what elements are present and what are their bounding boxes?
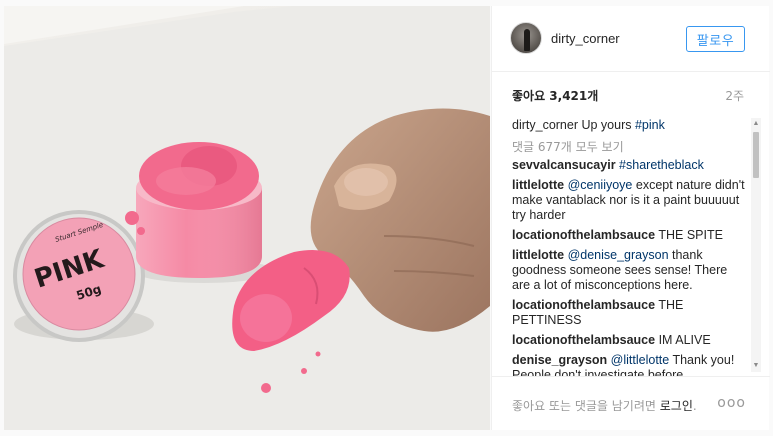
post-window: Stuart Semple PINK 50g dirty_corner 팔로우 … [0,0,773,436]
login-prompt-period: . [692,399,697,413]
post-side-panel: dirty_corner 팔로우 좋아요 3,421개 2주 dirty_cor… [491,6,770,430]
scroll-down-arrow-icon[interactable]: ▼ [751,361,761,371]
caption-username[interactable]: dirty_corner [512,118,578,132]
comment-username[interactable]: littlelotte [512,178,564,192]
comment-username[interactable]: locationofthelambsauce [512,333,655,347]
comment-username[interactable]: sevvalcansucayir [512,158,616,172]
comment-username[interactable]: littlelotte [512,248,564,262]
more-options-icon[interactable]: ooo [717,395,746,411]
post-age[interactable]: 2주 [725,87,744,104]
comment-item: littlelotte @ceniiyoye except nature did… [512,178,747,223]
comment-username[interactable]: locationofthelambsauce [512,298,655,312]
scroll-up-arrow-icon[interactable]: ▲ [751,119,761,129]
post-footer: 좋아요 또는 댓글을 남기려면 로그인. ooo [492,376,770,430]
comment-text: IM ALIVE [658,333,711,347]
caption: dirty_corner Up yours #pink [512,118,747,133]
post-stats: 좋아요 3,421개 2주 [492,72,770,116]
likes-count[interactable]: 좋아요 3,421개 [512,87,598,104]
comment-list[interactable]: dirty_corner Up yours #pink 댓글 677개 모두 보… [492,116,770,376]
post-header: dirty_corner 팔로우 [492,6,770,72]
avatar[interactable] [510,22,542,54]
post-photo[interactable]: Stuart Semple PINK 50g [4,6,490,430]
comment-mention[interactable]: @littlelotte [611,353,670,367]
caption-text: Up yours [581,118,635,132]
caption-hashtag[interactable]: #pink [635,118,665,132]
login-prompt: 좋아요 또는 댓글을 남기려면 로그인. [512,397,697,414]
login-prompt-text: 좋아요 또는 댓글을 남기려면 [512,399,660,413]
post-username[interactable]: dirty_corner [551,31,620,46]
login-link[interactable]: 로그인 [660,399,693,413]
comment-item: denise_grayson @littlelotte Thank you! P… [512,353,747,376]
view-all-comments-link[interactable]: 댓글 677개 모두 보기 [512,138,624,155]
comment-text: THE SPITE [658,228,723,242]
comment-item: locationofthelambsauce THE SPITE [512,228,747,243]
comment-username[interactable]: denise_grayson [512,353,607,367]
comment-scrollbar[interactable]: ▲ ▼ [751,118,761,372]
follow-button[interactable]: 팔로우 [686,26,745,52]
comment-mention[interactable]: @ceniiyoye [568,178,633,192]
comment-item: littlelotte @denise_grayson thank goodne… [512,248,747,293]
comment-mention[interactable]: @denise_grayson [568,248,669,262]
scroll-thumb[interactable] [753,132,759,178]
comment-item: locationofthelambsauce THE PETTINESS [512,298,747,328]
comment-username[interactable]: locationofthelambsauce [512,228,655,242]
comment-item: sevvalcansucayir #sharetheblack [512,158,747,173]
comment-hashtag[interactable]: #sharetheblack [619,158,704,172]
photo-illustration: Stuart Semple PINK 50g [4,6,490,430]
comment-item: locationofthelambsauce IM ALIVE [512,333,747,348]
